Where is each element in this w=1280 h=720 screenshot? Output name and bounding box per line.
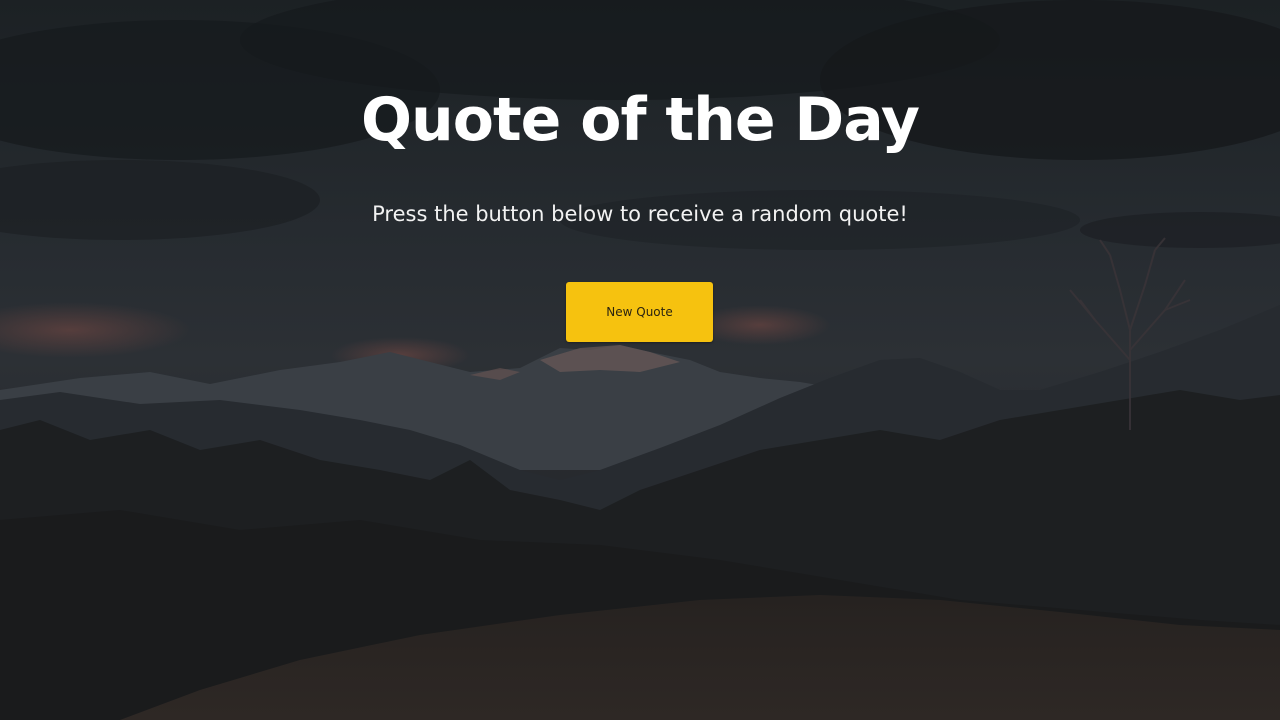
page-subtitle: Press the button below to receive a rand… bbox=[372, 202, 908, 226]
quote-page: Quote of the Day Press the button below … bbox=[0, 0, 1280, 720]
new-quote-button[interactable]: New Quote bbox=[566, 282, 713, 342]
page-title: Quote of the Day bbox=[361, 85, 920, 155]
hero-content: Quote of the Day Press the button below … bbox=[0, 0, 1280, 720]
